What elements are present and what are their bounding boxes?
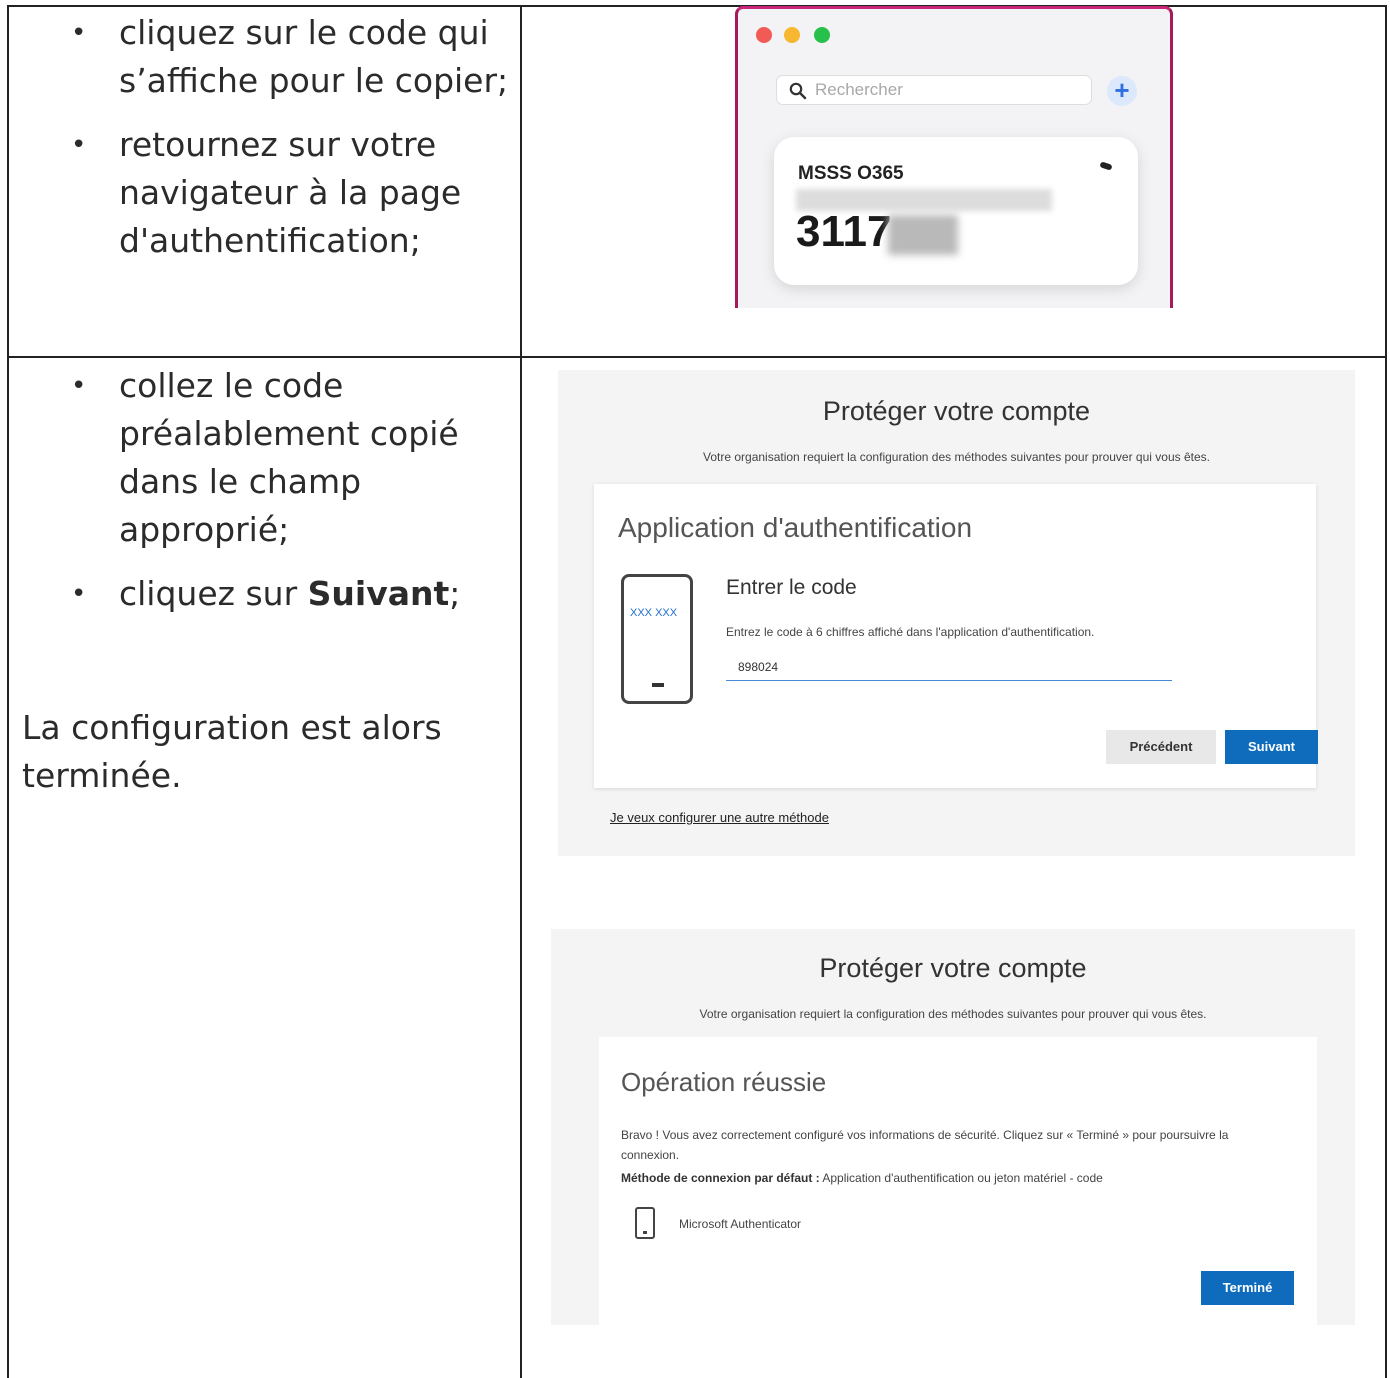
bullet-click-next: cliquez sur Suivant; <box>9 570 519 618</box>
table-column-divider <box>520 5 522 1378</box>
account-indicator-icon <box>1099 161 1113 171</box>
account-name: MSSS O365 <box>798 163 904 184</box>
search-placeholder: Rechercher <box>815 80 903 99</box>
enter-code-screen: Protéger votre compte Votre organisation… <box>558 370 1355 856</box>
row2-text-cell: collez le code préalablement copié dans … <box>9 362 519 800</box>
mobile-phone-icon <box>635 1207 655 1239</box>
card-title: Application d'authentification <box>618 512 973 543</box>
code-input-value: 898024 <box>738 660 779 674</box>
phone-illustration-icon: XXX XXX <box>621 574 693 704</box>
table-top-border <box>7 5 1387 7</box>
page-title: Protéger votre compte <box>819 953 1087 983</box>
otp-code[interactable]: 3117 <box>796 207 891 257</box>
account-card[interactable]: MSSS O365 3117 <box>774 137 1138 285</box>
previous-button[interactable]: Précédent <box>1106 730 1216 764</box>
default-method-label: Méthode de connexion par défaut : <box>621 1171 820 1185</box>
default-method-line: Méthode de connexion par défaut : Applic… <box>621 1171 1103 1185</box>
enter-code-heading: Entrer le code <box>726 576 857 599</box>
success-card: Opération réussie Bravo ! Vous avez corr… <box>599 1037 1317 1325</box>
row1-text-cell: cliquez sur le code qui s’affiche pour l… <box>9 9 519 281</box>
page-subtitle: Votre organisation requiert la configura… <box>699 1007 1207 1021</box>
card-title: Opération réussie <box>621 1067 827 1097</box>
search-input[interactable]: Rechercher <box>776 75 1092 105</box>
row2-bullet-list: collez le code préalablement copié dans … <box>9 362 519 618</box>
bullet-return-browser: retournez sur votre navigateur à la page… <box>9 121 519 265</box>
authenticator-app-window: Rechercher + MSSS O365 3117 <box>735 6 1173 308</box>
authenticator-setup-card: Application d'authentification XXX XXX E… <box>594 484 1318 788</box>
bullet-copy-code: cliquez sur le code qui s’affiche pour l… <box>9 9 519 105</box>
phone-home-button <box>643 1231 647 1234</box>
add-account-button[interactable]: + <box>1107 76 1137 106</box>
bullet-click-next-prefix: cliquez sur <box>119 574 308 613</box>
done-button[interactable]: Terminé <box>1201 1271 1294 1305</box>
default-method-value: Application d'authentification ou jeton … <box>819 1171 1103 1185</box>
config-complete-paragraph: La configuration est alors terminée. <box>22 708 442 795</box>
success-screen: Protéger votre compte Votre organisation… <box>551 929 1355 1325</box>
row1-bullet-list: cliquez sur le code qui s’affiche pour l… <box>9 9 519 265</box>
phone-home-button <box>652 683 664 687</box>
search-icon <box>789 82 807 100</box>
close-window-dot[interactable] <box>756 27 772 43</box>
code-input[interactable]: 898024 <box>726 656 1172 681</box>
table-row-divider <box>7 356 1387 358</box>
page-title: Protéger votre compte <box>822 396 1091 426</box>
zoom-window-dot[interactable] <box>814 27 830 43</box>
table-right-border <box>1385 5 1387 1378</box>
page-subtitle: Votre organisation requiert la configura… <box>703 450 1210 464</box>
enter-code-instruction: Entrez le code à 6 chiffres affiché dans… <box>726 625 1095 639</box>
other-method-link[interactable]: Je veux configurer une autre méthode <box>610 810 829 825</box>
next-button[interactable]: Suivant <box>1225 730 1318 764</box>
bullet-click-next-suffix: ; <box>449 574 461 613</box>
bullet-click-next-bold: Suivant <box>307 574 450 613</box>
bullet-paste-code: collez le code préalablement copié dans … <box>9 362 519 554</box>
success-message: Bravo ! Vous avez correctement configuré… <box>621 1128 1229 1162</box>
phone-code-text: XXX XXX <box>630 607 678 619</box>
otp-code-redacted <box>888 215 958 255</box>
minimize-window-dot[interactable] <box>784 27 800 43</box>
method-name: Microsoft Authenticator <box>679 1217 802 1231</box>
